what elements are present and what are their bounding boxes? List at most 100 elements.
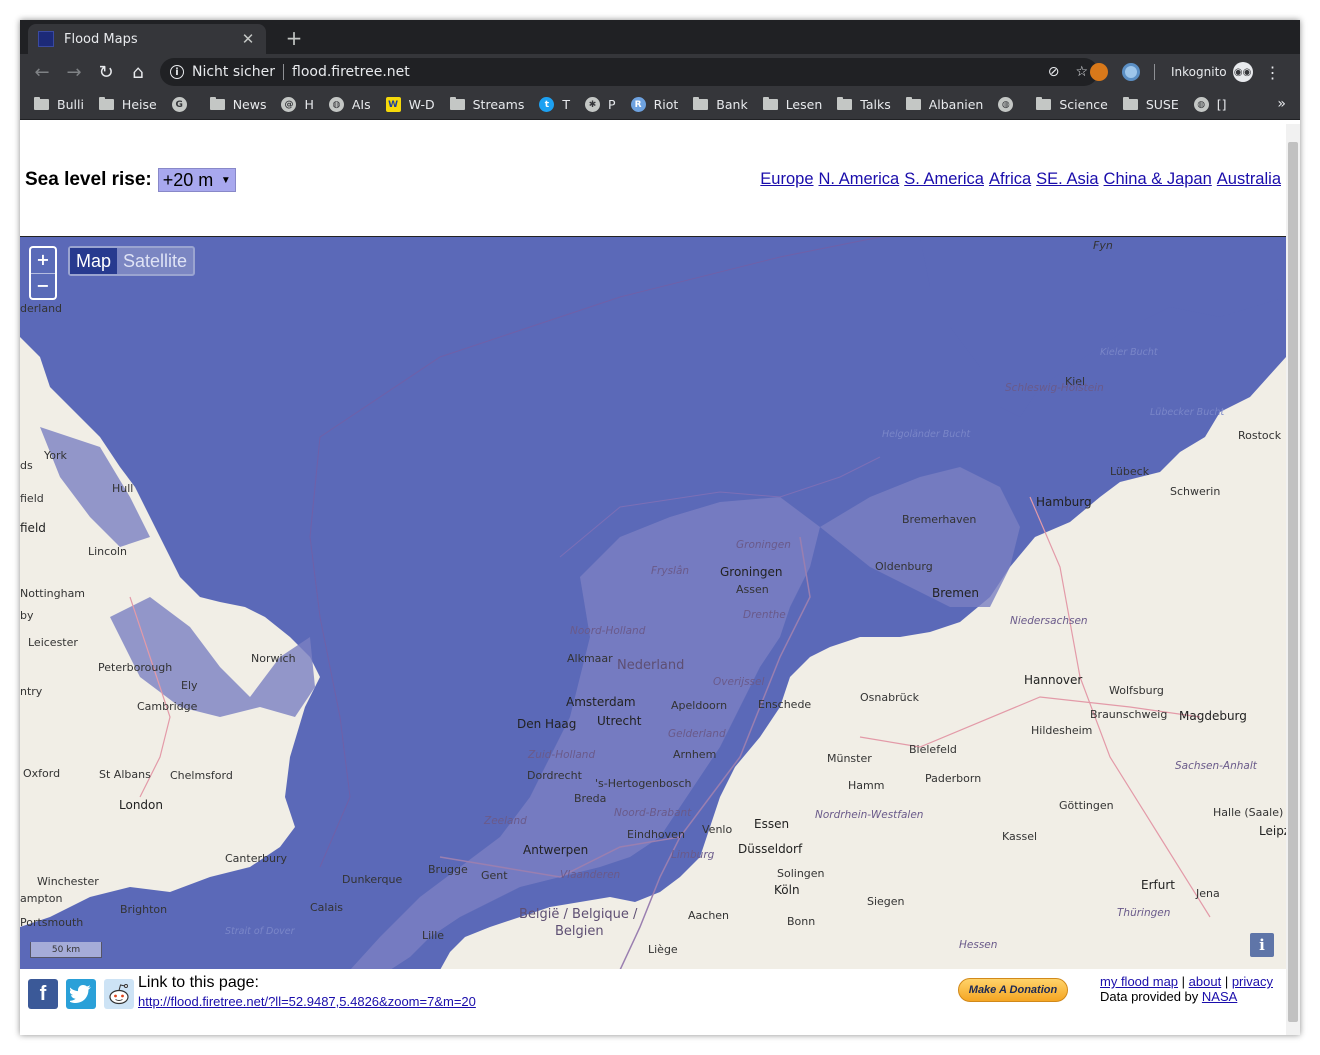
more-bookmarks-icon[interactable]: » — [1277, 96, 1286, 112]
map-canvas[interactable] — [20, 237, 1286, 969]
bookmark-item[interactable]: G — [171, 97, 195, 112]
region-link-china-japan[interactable]: China & Japan — [1104, 170, 1212, 189]
map-label: Norwich — [251, 652, 296, 665]
folder-icon — [209, 97, 225, 110]
reload-button[interactable]: ↻ — [92, 58, 120, 86]
map-label: Limburg — [671, 849, 715, 861]
region-link-south-america[interactable]: S. America — [904, 170, 984, 189]
about-link[interactable]: about — [1189, 974, 1222, 989]
home-button[interactable]: ⌂ — [124, 58, 152, 86]
url-text[interactable]: flood.firetree.net — [292, 64, 1032, 80]
region-link-australia[interactable]: Australia — [1217, 170, 1281, 189]
map-label: Oldenburg — [875, 560, 933, 573]
map-label: Nottingham — [20, 587, 86, 600]
credit-prefix: Data provided by — [1100, 989, 1199, 1004]
info-icon[interactable]: i — [170, 65, 184, 79]
bookmark-item[interactable]: SUSE — [1122, 97, 1179, 112]
bookmark-item[interactable]: Albanien — [905, 97, 984, 112]
bookmark-label: Riot — [653, 97, 679, 112]
bookmark-item[interactable]: W W-D — [385, 97, 435, 112]
bookmark-item[interactable]: ◍ AIs — [328, 97, 371, 112]
back-button[interactable]: ← — [28, 58, 56, 86]
security-label[interactable]: Nicht sicher — [192, 64, 275, 80]
sea-level-select[interactable]: +20 m ▼ — [157, 168, 236, 192]
map-label: Peterborough — [98, 661, 173, 674]
bookmark-item[interactable]: Heise — [98, 97, 157, 112]
bookmark-item[interactable]: tT — [539, 97, 570, 112]
footer-links: my flood map | about | privacy — [1100, 974, 1273, 989]
donate-button[interactable]: Make A Donation — [958, 978, 1068, 1002]
close-tab-icon[interactable]: ✕ — [240, 30, 256, 48]
folder-icon — [98, 97, 114, 110]
facebook-share-button[interactable]: f — [28, 979, 58, 1009]
new-tab-button[interactable]: + — [282, 26, 306, 50]
bookmark-item[interactable]: @ H — [281, 97, 314, 112]
bookmark-item[interactable]: Talks — [837, 97, 891, 112]
incognito-icon[interactable]: ◉◉ — [1232, 62, 1253, 82]
wd-icon: W — [385, 97, 401, 112]
bookmark-item[interactable]: News — [209, 97, 266, 112]
bookmark-item[interactable]: ◍ — [998, 97, 1021, 112]
cookie-blocked-icon[interactable]: ⊘ — [1048, 64, 1060, 80]
page-footer: f Link to this page: http://flood.firetr… — [20, 970, 1286, 1035]
sea-level-control: Sea level rise: +20 m ▼ — [25, 168, 236, 192]
reddit-share-button[interactable] — [104, 979, 134, 1009]
bookmark-item[interactable]: ◍ [] — [1193, 97, 1227, 112]
bookmark-label: Albanien — [928, 97, 984, 112]
folder-icon — [34, 97, 49, 110]
flood-map[interactable]: + − Map Satellite Fyn Kiel Kieler Bucht … — [20, 236, 1286, 969]
map-label: Essen — [754, 817, 790, 831]
bookmark-item[interactable]: ✱ P — [585, 97, 616, 112]
forward-button[interactable]: → — [60, 58, 88, 86]
region-link-se-asia[interactable]: SE. Asia — [1036, 170, 1098, 189]
twitter-share-button[interactable] — [66, 979, 96, 1009]
map-type-control: Map Satellite — [68, 246, 196, 276]
map-type-satellite[interactable]: Satellite — [117, 248, 193, 274]
road-line — [1029, 496, 1211, 918]
bookmark-item[interactable]: R Riot — [630, 97, 679, 112]
map-label: Calais — [310, 901, 344, 914]
map-label: Solingen — [777, 867, 825, 880]
region-link-europe[interactable]: Europe — [760, 170, 813, 189]
bookmark-item[interactable]: Bulli — [34, 97, 84, 112]
page-content: Sea level rise: +20 m ▼ Europe N. Americ… — [20, 124, 1300, 1035]
region-link-north-america[interactable]: N. America — [819, 170, 900, 189]
folder-icon — [762, 97, 778, 110]
map-label: Noord-Holland — [570, 625, 646, 637]
tab-flood-maps[interactable]: Flood Maps ✕ — [28, 24, 266, 54]
map-label: Zuid-Holland — [528, 749, 596, 761]
zoom-out-button[interactable]: − — [31, 273, 55, 298]
map-info-button[interactable]: i — [1250, 933, 1274, 957]
map-type-map[interactable]: Map — [70, 248, 118, 274]
extension-ring-icon[interactable] — [1122, 63, 1140, 81]
menu-icon[interactable]: ⋮ — [1265, 63, 1281, 82]
region-link-africa[interactable]: Africa — [989, 170, 1031, 189]
permalink[interactable]: http://flood.firetree.net/?ll=52.9487,5.… — [138, 994, 476, 1009]
nasa-link[interactable]: NASA — [1202, 989, 1237, 1004]
globe-icon: ◍ — [328, 97, 344, 112]
link-label: Link to this page: — [138, 974, 259, 991]
scrollbar-thumb[interactable] — [1288, 142, 1298, 1022]
privacy-link[interactable]: privacy — [1232, 974, 1273, 989]
map-label: Hamburg — [1036, 495, 1092, 509]
bookmark-item[interactable]: Science — [1036, 97, 1108, 112]
map-label: Cambridge — [137, 700, 198, 713]
scrollbar[interactable] — [1286, 124, 1300, 1035]
my-flood-map-link[interactable]: my flood map — [1100, 974, 1178, 989]
folder-icon — [449, 97, 465, 110]
map-label: field — [20, 521, 46, 535]
bookmark-item[interactable]: Streams — [449, 97, 524, 112]
extension-icon[interactable] — [1090, 63, 1108, 81]
bookmark-item[interactable]: Lesen — [762, 97, 822, 112]
map-label: Köln — [774, 883, 800, 897]
map-label: Osnabrück — [860, 691, 919, 704]
folder-icon — [1036, 97, 1052, 110]
star-icon[interactable]: ☆ — [1075, 64, 1088, 80]
bookmark-label: AIs — [351, 97, 371, 112]
map-label: London — [119, 798, 163, 812]
map-label: Hull — [112, 482, 134, 495]
map-label: Oxford — [23, 767, 61, 780]
address-bar[interactable]: i Nicht sicher flood.firetree.net ⊘ ☆ — [160, 58, 1098, 86]
zoom-in-button[interactable]: + — [31, 248, 55, 273]
bookmark-item[interactable]: Bank — [693, 97, 748, 112]
